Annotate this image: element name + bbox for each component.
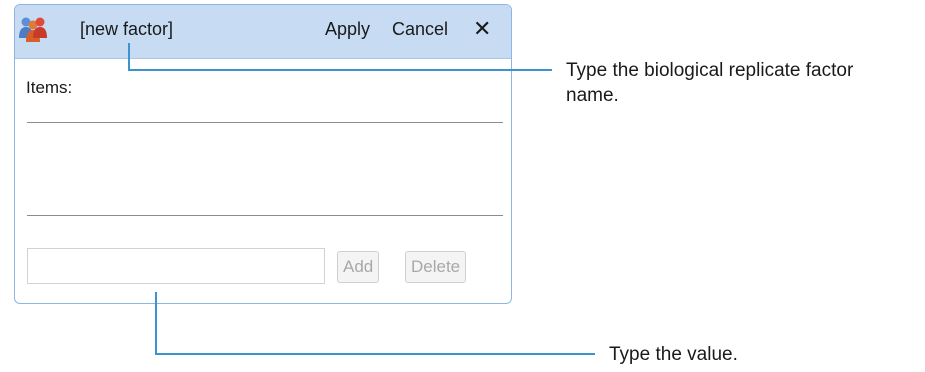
callout-factor-name-line2: name. <box>566 85 619 106</box>
users-group-icon <box>19 17 47 42</box>
apply-button[interactable]: Apply <box>325 19 370 40</box>
callout-factor-name-line1: Type the biological replicate factor <box>566 60 854 81</box>
delete-button[interactable]: Delete <box>405 251 467 283</box>
items-list[interactable] <box>27 122 503 216</box>
cancel-button[interactable]: Cancel <box>392 19 448 40</box>
callout-line-factor-name-horizontal <box>128 69 552 71</box>
add-button[interactable]: Add <box>337 251 380 283</box>
callout-line-value-vertical <box>155 292 157 355</box>
callout-factor-name: Type the biological replicate factor nam… <box>566 58 853 108</box>
value-input[interactable] <box>27 248 325 284</box>
factor-dialog: [new factor] Apply Cancel ✕ Items: Add D… <box>14 4 512 304</box>
close-icon[interactable]: ✕ <box>473 17 491 42</box>
factor-name-field[interactable]: [new factor] <box>80 19 173 40</box>
dialog-header: [new factor] Apply Cancel ✕ <box>15 5 511 59</box>
callout-line-value-horizontal <box>155 353 595 355</box>
callout-line-factor-name-vertical <box>128 43 130 71</box>
items-label: Items: <box>26 78 73 97</box>
callout-value: Type the value. <box>609 344 738 365</box>
